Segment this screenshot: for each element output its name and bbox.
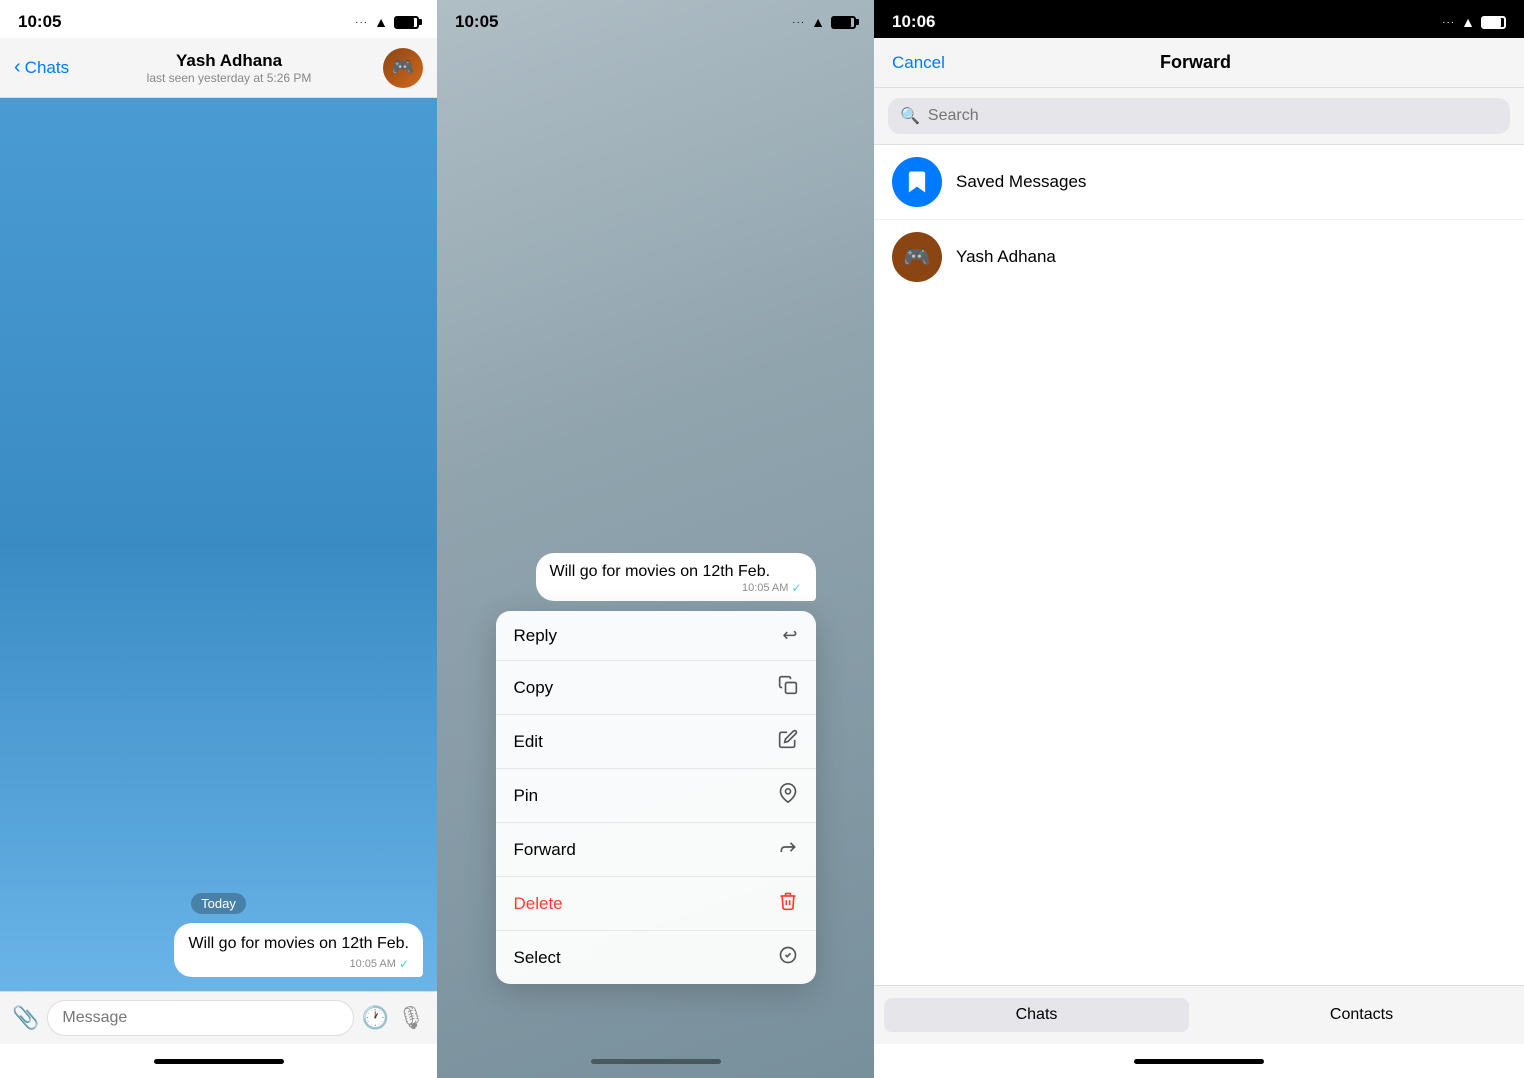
contact-name: Yash Adhana: [75, 51, 383, 71]
context-forward[interactable]: Forward: [496, 823, 816, 877]
saved-messages-avatar: [892, 157, 942, 207]
contact-yash-adhana[interactable]: 🎮 Yash Adhana: [874, 220, 1524, 294]
time-p3: 10:06: [892, 12, 935, 32]
signal-p2: ···: [792, 17, 805, 28]
yash-avatar: 🎮: [892, 232, 942, 282]
attach-button[interactable]: 📎: [12, 1005, 39, 1031]
status-bar-p1: 10:05 ··· ▲: [0, 0, 437, 38]
edit-label: Edit: [514, 732, 543, 752]
context-delete[interactable]: Delete: [496, 877, 816, 931]
battery-icon-p3: [1481, 16, 1506, 29]
select-icon: [778, 945, 798, 970]
home-bar-p1: [154, 1059, 284, 1064]
context-select[interactable]: Select: [496, 931, 816, 984]
date-text: Today: [191, 893, 246, 914]
forward-header: Cancel Forward: [874, 38, 1524, 88]
preview-text: Will go for movies on 12th Feb.: [550, 563, 802, 581]
delete-label: Delete: [514, 894, 563, 914]
chat-header: ‹ Chats Yash Adhana last seen yesterday …: [0, 38, 437, 98]
pin-icon: [778, 783, 798, 808]
forward-title: Forward: [1160, 52, 1231, 73]
tab-contacts[interactable]: Contacts: [1209, 998, 1514, 1032]
chat-background: Today Will go for movies on 12th Feb. 10…: [0, 98, 437, 991]
tab-chats[interactable]: Chats: [884, 998, 1189, 1032]
battery-icon-p1: [394, 16, 419, 29]
avatar-image: 🎮: [383, 48, 423, 88]
panel2-body: Will go for movies on 12th Feb. 10:05 AM…: [437, 38, 874, 1044]
search-bar: 🔍: [874, 88, 1524, 145]
home-bar-p2: [591, 1059, 721, 1064]
back-label[interactable]: Chats: [25, 58, 69, 78]
context-container: Will go for movies on 12th Feb. 10:05 AM…: [496, 553, 816, 984]
message-meta: 10:05 AM ✓: [188, 957, 409, 971]
contact-list: Saved Messages 🎮 Yash Adhana: [874, 145, 1524, 985]
delete-icon: [778, 891, 798, 916]
input-bar: 📎 🕐 🎙: [0, 991, 437, 1044]
select-label: Select: [514, 948, 561, 968]
message-input[interactable]: [47, 1000, 353, 1036]
preview-time: 10:05 AM: [742, 582, 788, 594]
time-p1: 10:05: [18, 12, 61, 32]
wifi-icon-p3: ▲: [1461, 14, 1475, 30]
preview-check-icon: ✓: [791, 581, 801, 595]
status-bar-p3: 10:06 ··· ▲: [874, 0, 1524, 38]
context-reply[interactable]: Reply ↩: [496, 611, 816, 661]
home-indicator-p2: [437, 1044, 874, 1078]
pin-label: Pin: [514, 786, 539, 806]
home-bar-p3: [1134, 1059, 1264, 1064]
context-pin[interactable]: Pin: [496, 769, 816, 823]
back-chevron-icon: ‹: [14, 56, 21, 79]
home-indicator-p3: [874, 1044, 1524, 1078]
yash-name: Yash Adhana: [956, 247, 1056, 267]
copy-icon: [778, 675, 798, 700]
forward-label: Forward: [514, 840, 576, 860]
status-icons-p3: ··· ▲: [1442, 14, 1506, 30]
message-bubble[interactable]: Will go for movies on 12th Feb. 10:05 AM…: [174, 923, 423, 977]
context-copy[interactable]: Copy: [496, 661, 816, 715]
context-edit[interactable]: Edit: [496, 715, 816, 769]
signal-p1: ···: [355, 17, 368, 28]
context-menu: Reply ↩ Copy Edit: [496, 611, 816, 984]
panel-chat: 10:05 ··· ▲ ‹ Chats Yash Adhana last see…: [0, 0, 437, 1078]
copy-label: Copy: [514, 678, 554, 698]
forward-icon: [778, 837, 798, 862]
status-icons-p2: ··· ▲: [792, 14, 856, 30]
emoji-button[interactable]: 🕐: [362, 1005, 389, 1031]
time-p2: 10:05: [455, 12, 498, 32]
header-center: Yash Adhana last seen yesterday at 5:26 …: [75, 51, 383, 85]
search-icon: 🔍: [900, 106, 920, 126]
saved-messages-name: Saved Messages: [956, 172, 1086, 192]
search-input-wrap: 🔍: [888, 98, 1510, 134]
date-badge: Today: [0, 895, 437, 913]
check-icon: ✓: [399, 957, 409, 971]
search-input[interactable]: [928, 107, 1498, 125]
reply-icon: ↩: [782, 625, 797, 646]
status-icons-p1: ··· ▲: [355, 14, 419, 30]
contact-status: last seen yesterday at 5:26 PM: [75, 71, 383, 85]
contact-saved-messages[interactable]: Saved Messages: [874, 145, 1524, 220]
preview-meta: 10:05 AM ✓: [550, 581, 802, 595]
contact-avatar[interactable]: 🎮: [383, 48, 423, 88]
wifi-icon-p2: ▲: [811, 14, 825, 30]
mic-button[interactable]: 🎙: [397, 1005, 425, 1031]
bottom-tabs: Chats Contacts: [874, 985, 1524, 1044]
reply-label: Reply: [514, 626, 557, 646]
battery-icon-p2: [831, 16, 856, 29]
home-indicator-p1: [0, 1044, 437, 1078]
edit-icon: [778, 729, 798, 754]
message-text: Will go for movies on 12th Feb.: [188, 933, 409, 955]
cancel-button[interactable]: Cancel: [892, 53, 945, 73]
wifi-icon-p1: ▲: [374, 14, 388, 30]
panel-forward: 10:06 ··· ▲ Cancel Forward 🔍: [874, 0, 1524, 1078]
status-bar-p2: 10:05 ··· ▲: [437, 0, 874, 38]
panel-context-menu: 10:05 ··· ▲ Will go for movies on 12th F…: [437, 0, 874, 1078]
preview-bubble: Will go for movies on 12th Feb. 10:05 AM…: [536, 553, 816, 601]
back-button[interactable]: ‹ Chats: [14, 56, 69, 79]
signal-p3: ···: [1442, 17, 1455, 28]
message-time: 10:05 AM: [349, 958, 395, 970]
